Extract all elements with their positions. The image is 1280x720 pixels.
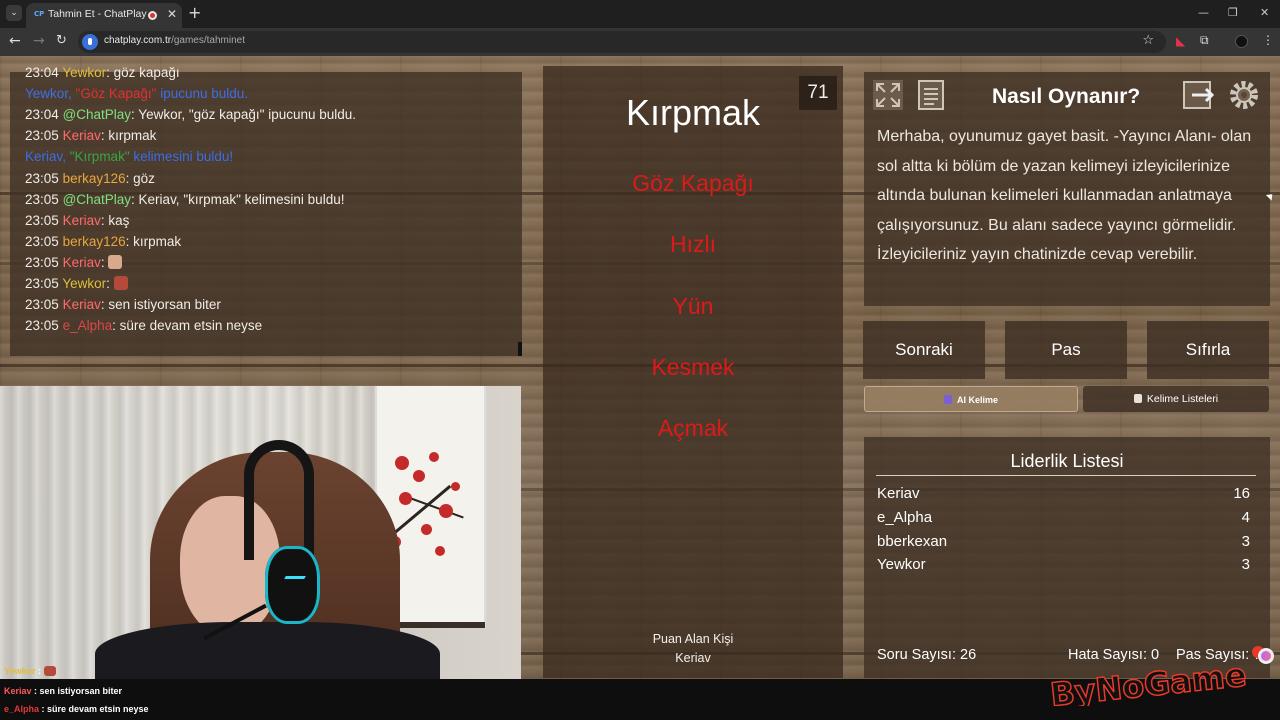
emote-icon <box>108 255 123 269</box>
leaderboard-name: Keriav <box>877 485 920 502</box>
site-info-icon[interactable] <box>82 34 98 50</box>
streamer-body <box>95 622 440 680</box>
next-button[interactable]: Sonraki <box>863 321 985 379</box>
forward-arrow-icon[interactable]: → <box>33 33 45 49</box>
address-bar[interactable]: chatplay.com.tr/games/tahminet ☆ <box>78 31 1166 53</box>
word-lists-button[interactable]: Kelime Listeleri <box>1083 386 1269 412</box>
browser-menu-icon[interactable]: ⋮ <box>1262 33 1274 47</box>
bynogame-logo: ByNoGame <box>1046 616 1276 715</box>
tab-search-chevron-icon[interactable]: ⌄ <box>6 5 22 21</box>
how-to-play-title: Nasıl Oynanır? <box>992 85 1141 108</box>
tab-favicon-icon: CP <box>34 10 45 18</box>
window-minimize-icon[interactable]: — <box>1198 6 1209 19</box>
target-word: Kırpmak <box>625 92 761 133</box>
chat-panel: 23:04 Yewkor: göz kapağı Yewkor, "Göz Ka… <box>10 65 522 356</box>
chat-line: 23:05 Yewkor: <box>25 276 128 291</box>
leaderboard-score: 16 <box>1233 485 1250 502</box>
window-restore-icon[interactable]: ❐ <box>1228 6 1238 19</box>
new-tab-plus-icon[interactable]: + <box>188 5 201 21</box>
ai-word-button[interactable]: AI Kelime <box>864 386 1078 412</box>
svg-text:ByNoGame: ByNoGame <box>1048 656 1248 706</box>
tab-title: Tahmin Et - ChatPlay <box>48 8 147 20</box>
question-count: Soru Sayısı: 26 <box>877 647 977 663</box>
chat-line: 23:05 Keriav: <box>25 255 123 270</box>
chat-line: 23:05 Keriav: sen istiyorsan biter <box>25 297 221 312</box>
headset-band <box>244 440 314 560</box>
chat-system-line: Keriav, "Kırpmak" kelimesini buldu! <box>25 149 234 164</box>
rules-document-icon[interactable] <box>914 78 948 112</box>
chat-line: 23:04 Yewkor: göz kapağı <box>25 65 180 80</box>
taboo-word: Açmak <box>657 415 729 441</box>
taboo-word: Göz Kapağı <box>632 170 754 196</box>
chat-line: 23:04 @ChatPlay: Yewkor, "göz kapağı" ip… <box>25 107 357 122</box>
leaderboard-name: Yewkor <box>877 556 926 573</box>
chat-scrollbar[interactable] <box>518 342 522 356</box>
chat-line: 23:05 e_Alpha: süre devam etsin neyse <box>25 318 263 333</box>
ai-robot-icon <box>943 395 952 404</box>
overlay-chat-line: Keriav : sen istiyorsan biter <box>4 686 123 696</box>
reload-icon[interactable]: ↻ <box>56 33 67 48</box>
recording-indicator-icon <box>148 11 157 20</box>
extension-icon[interactable]: ◣ <box>1176 34 1185 48</box>
settings-gear-icon[interactable] <box>1227 78 1261 112</box>
scorer-name: Keriav <box>675 651 711 665</box>
leaderboard-name: e_Alpha <box>877 509 933 526</box>
overlay-badge-icon <box>1258 648 1274 664</box>
emote-icon <box>43 666 56 676</box>
browser-tab[interactable]: CP Tahmin Et - ChatPlay ✕ <box>26 3 182 28</box>
chat-line: 23:05 Keriav: kırpmak <box>25 128 157 143</box>
reset-button[interactable]: Sıfırla <box>1147 321 1269 379</box>
url-text: chatplay.com.tr/games/tahminet <box>104 35 245 46</box>
profile-avatar[interactable] <box>1235 35 1248 48</box>
chat-line: 23:05 @ChatPlay: Keriav, "kırpmak" kelim… <box>25 192 345 207</box>
leaderboard-title: Liderlik Listesi <box>1010 451 1124 471</box>
taboo-word: Kesmek <box>651 354 735 380</box>
leaderboard-name: bberkexan <box>877 533 948 550</box>
pass-button[interactable]: Pas <box>1005 321 1127 379</box>
chat-line: 23:05 berkay126: kırpmak <box>25 234 182 249</box>
webcam-feed: Yewkor : <box>0 386 521 680</box>
exit-icon[interactable] <box>1182 78 1216 112</box>
tab-close-icon[interactable]: ✕ <box>167 7 177 21</box>
chat-line: 23:05 Keriav: kaş <box>25 213 130 228</box>
browser-tabbar: ⌄ CP Tahmin Et - ChatPlay ✕ + — ❐ ✕ <box>0 0 1280 28</box>
bookmark-star-icon[interactable]: ☆ <box>1142 33 1154 48</box>
leaderboard-score: 4 <box>1241 509 1250 526</box>
leaderboard-divider <box>876 475 1256 476</box>
chat-line: 23:05 berkay126: göz <box>25 171 155 186</box>
back-arrow-icon[interactable]: ← <box>9 33 21 49</box>
word-card: 71 Kırpmak Göz Kapağı Hızlı Yün Kesmek A… <box>543 66 843 678</box>
browser-toolbar: ← → ↻ chatplay.com.tr/games/tahminet ☆ ◣… <box>0 28 1280 56</box>
cam-chat-line: Yewkor : <box>4 666 56 676</box>
fullscreen-icon[interactable] <box>871 78 905 112</box>
extensions-puzzle-icon[interactable]: ⧉ <box>1200 33 1209 48</box>
leaderboard-score: 3 <box>1241 556 1250 573</box>
overlay-chat-line: e_Alpha : süre devam etsin neyse <box>4 704 149 714</box>
taboo-word: Hızlı <box>670 231 716 257</box>
taboo-word: Yün <box>672 293 714 319</box>
chat-system-line: Yewkor, "Göz Kapağı" ipucunu buldu. <box>25 86 249 101</box>
how-to-play-text: Merhaba, oyunumuz gayet basit. -Yayıncı … <box>877 128 1252 263</box>
how-to-play-panel: Nasıl Oynanır? Merhaba, oyunumuz gayet b… <box>864 72 1270 306</box>
scorer-label: Puan Alan Kişi <box>652 632 734 646</box>
emote-icon <box>113 276 128 290</box>
window-close-icon[interactable]: ✕ <box>1260 6 1269 19</box>
leaderboard-score: 3 <box>1241 533 1250 550</box>
notebook-icon <box>1133 394 1142 403</box>
